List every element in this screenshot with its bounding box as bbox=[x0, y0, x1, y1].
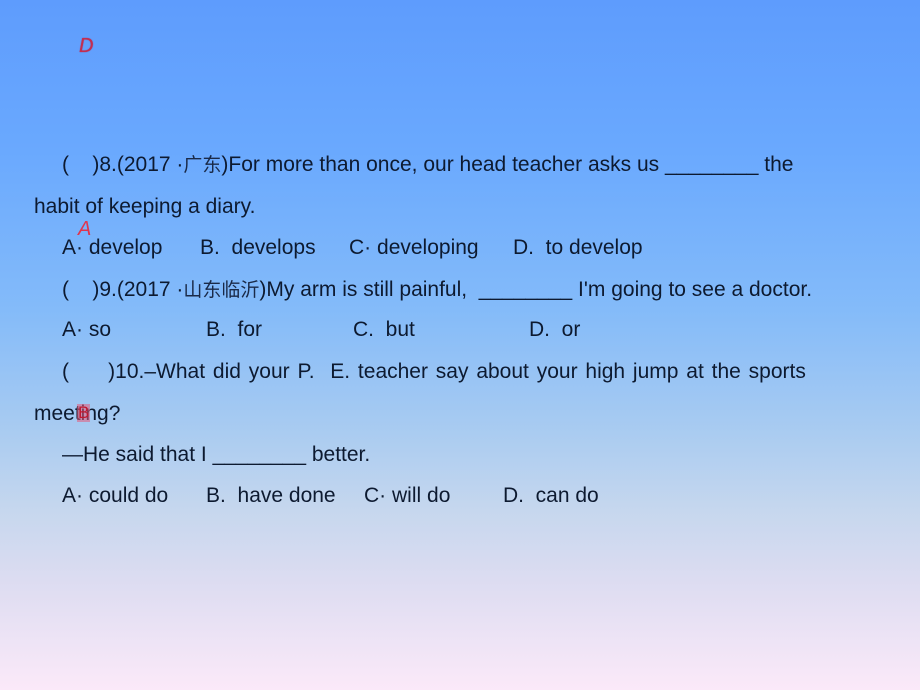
option-text: to develop bbox=[545, 236, 643, 259]
option-a[interactable]: A· so bbox=[62, 318, 111, 342]
option-text: have done bbox=[237, 484, 336, 507]
answer-bracket[interactable]: ( ) bbox=[62, 360, 115, 383]
answer-marker-q10: B bbox=[77, 403, 91, 422]
option-letter: B. bbox=[206, 318, 226, 341]
question-source-region: 山东临沂 bbox=[183, 279, 260, 301]
option-d[interactable]: D. or bbox=[529, 318, 580, 342]
option-b[interactable]: B. for bbox=[206, 318, 262, 342]
option-text: will do bbox=[392, 484, 451, 507]
option-letter: C· bbox=[364, 484, 387, 507]
option-letter: C. bbox=[353, 318, 374, 341]
question-source-prefix: (2017 · bbox=[116, 153, 184, 176]
question-10-line-1: ( )10.–What did your P. E. teacher say a… bbox=[62, 360, 806, 384]
question-stem: My arm is still painful, ________ I'm go… bbox=[266, 278, 813, 301]
question-stem: For more than once, our head teacher ask… bbox=[228, 153, 794, 176]
option-text: develops bbox=[231, 236, 316, 259]
option-letter: A· bbox=[62, 318, 83, 341]
option-text: or bbox=[561, 318, 581, 341]
question-number: 9. bbox=[99, 278, 117, 301]
option-text: for bbox=[237, 318, 263, 341]
option-text: so bbox=[88, 318, 112, 341]
question-number: 8. bbox=[99, 153, 117, 176]
option-c[interactable]: C. but bbox=[353, 318, 415, 342]
option-letter: D. bbox=[529, 318, 550, 341]
question-source-region: 广东 bbox=[183, 154, 222, 176]
question-8-line-1: ( )8.(2017 ·广东)For more than once, our h… bbox=[62, 153, 793, 177]
option-text: can do bbox=[535, 484, 599, 507]
option-a[interactable]: A· could do bbox=[62, 484, 168, 508]
option-c[interactable]: C· developing bbox=[349, 236, 479, 260]
answer-bracket[interactable]: ( ) bbox=[62, 278, 99, 301]
option-letter: B. bbox=[206, 484, 226, 507]
answer-bracket[interactable]: ( ) bbox=[62, 153, 99, 176]
option-d[interactable]: D. can do bbox=[503, 484, 599, 508]
option-letter: C· bbox=[349, 236, 372, 259]
option-c[interactable]: C· will do bbox=[364, 484, 450, 508]
option-letter: A· bbox=[62, 484, 83, 507]
question-9-line-1: ( )9.(2017 ·山东临沂)My arm is still painful… bbox=[62, 278, 812, 302]
option-b[interactable]: B. develops bbox=[200, 236, 316, 260]
option-letter: D. bbox=[503, 484, 524, 507]
option-letter: D. bbox=[513, 236, 534, 259]
question-number: 10. bbox=[115, 360, 145, 383]
option-letter: A· bbox=[62, 236, 83, 259]
option-a[interactable]: A· develop bbox=[62, 236, 162, 260]
question-stem: –What did your P. E. teacher say about y… bbox=[144, 360, 806, 383]
option-d[interactable]: D. to develop bbox=[513, 236, 643, 260]
option-b[interactable]: B. have done bbox=[206, 484, 336, 508]
option-text: developing bbox=[377, 236, 479, 259]
option-text: but bbox=[385, 318, 415, 341]
option-letter: B. bbox=[200, 236, 220, 259]
slide: D ( )8.(2017 ·广东)For more than once, our… bbox=[0, 0, 920, 690]
question-10-line-3: —He said that I ________ better. bbox=[62, 443, 371, 466]
option-text: develop bbox=[88, 236, 163, 259]
question-8-line-2: habit of keeping a diary. bbox=[34, 195, 256, 218]
answer-marker-previous: D bbox=[79, 35, 94, 57]
option-text: could do bbox=[88, 484, 169, 507]
question-source-prefix: (2017 · bbox=[116, 278, 184, 301]
